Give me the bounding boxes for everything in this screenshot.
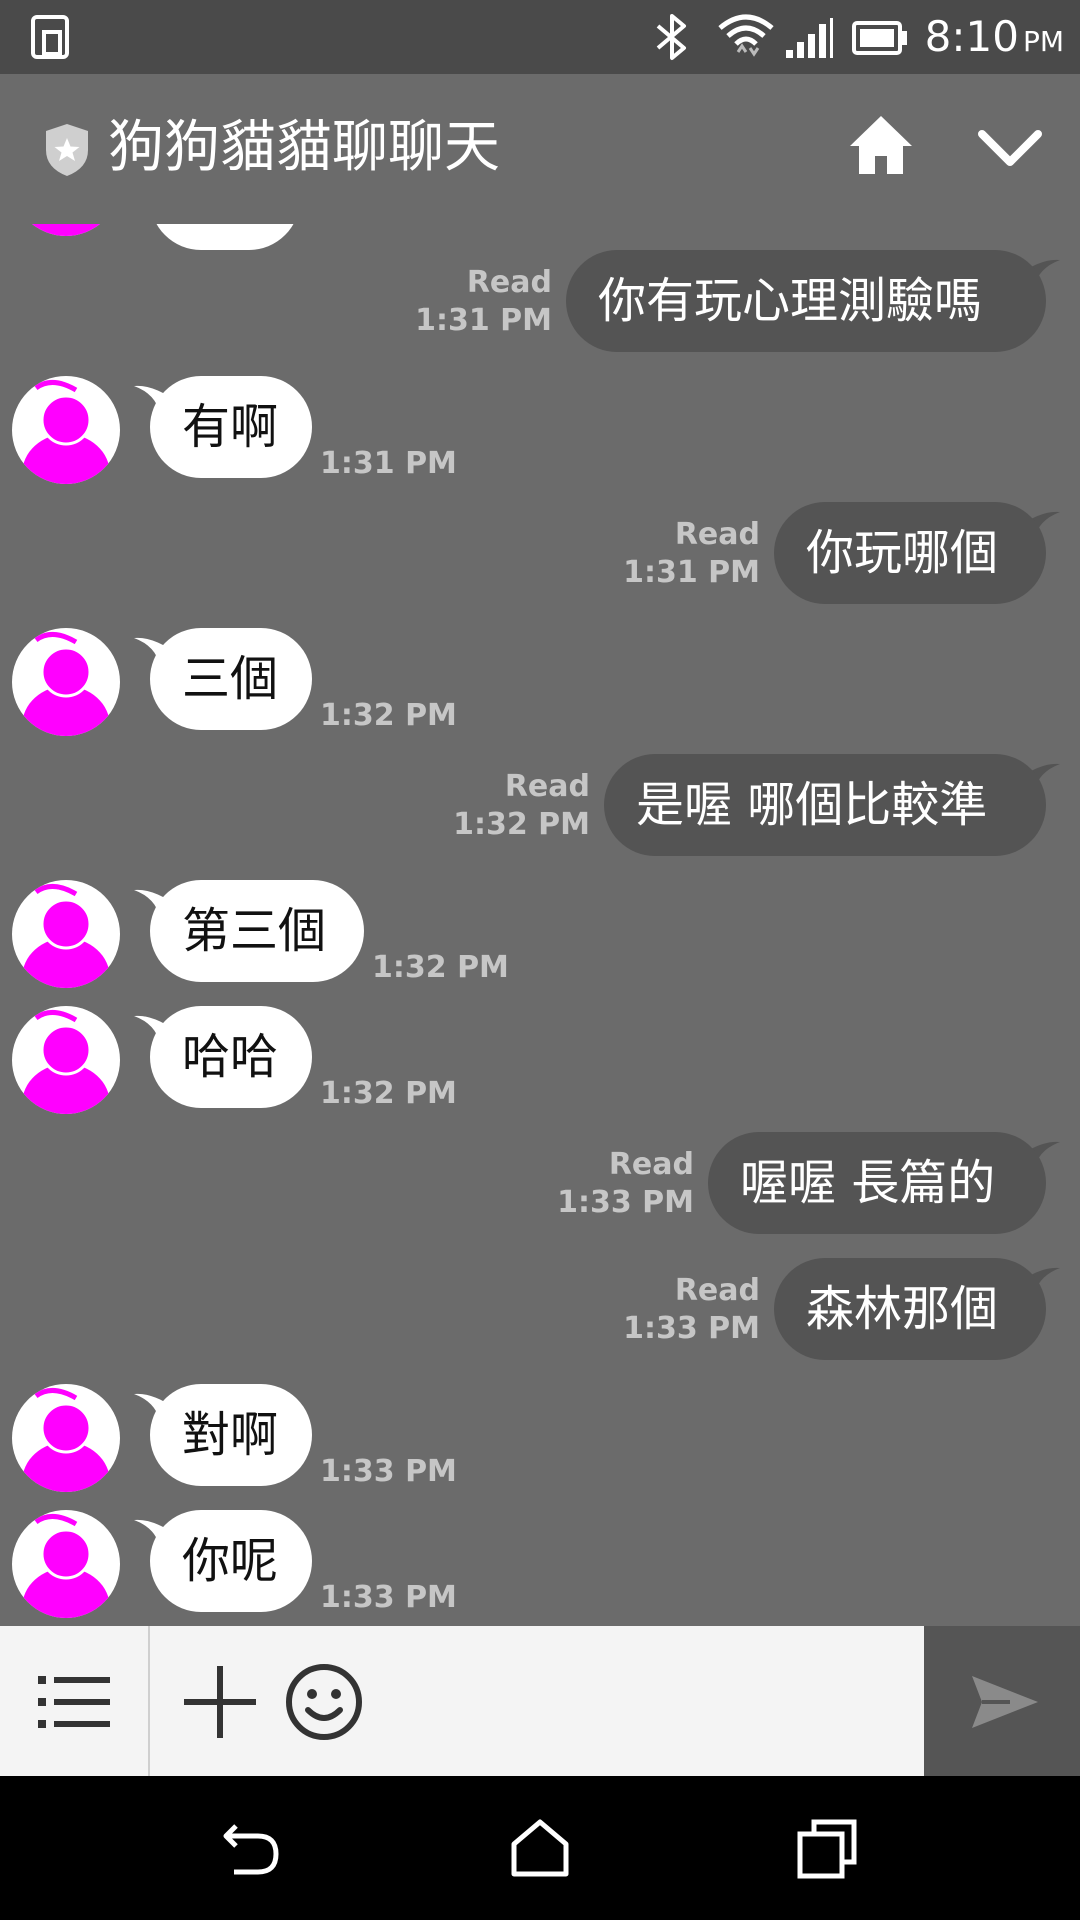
message-timestamp: 1:31 PM xyxy=(415,303,552,338)
message-list[interactable]: 你有玩心理測驗嗎 Read 1:31 PM 有啊 1:31 PM 你玩哪個 Read 1:31… xyxy=(0,224,1080,1626)
message-timestamp: 1:31 PM xyxy=(623,555,760,590)
incoming-message-bubble[interactable]: 三個 xyxy=(150,628,312,730)
home-icon xyxy=(508,1819,572,1884)
message-row: 是喔 哪個比較準 Read 1:32 PM xyxy=(0,754,1080,880)
home-icon xyxy=(846,116,916,184)
message-row: 三個 1:32 PM xyxy=(0,628,1080,754)
read-label: Read xyxy=(504,769,590,804)
contact-avatar[interactable] xyxy=(12,1384,120,1492)
message-timestamp: 1:32 PM xyxy=(372,950,509,985)
avatar-icon xyxy=(22,1514,110,1618)
contact-avatar[interactable] xyxy=(12,1510,120,1618)
add-attachment-button[interactable] xyxy=(182,1664,258,1740)
message-timestamp: 1:32 PM xyxy=(320,698,457,733)
message-timestamp: 1:32 PM xyxy=(320,1076,457,1111)
chat-header: 狗狗貓貓聊聊天 xyxy=(0,74,1080,224)
read-receipt: Read 1:33 PM xyxy=(623,1272,760,1348)
read-label: Read xyxy=(674,1273,760,1308)
menu-list-icon xyxy=(38,1672,110,1736)
read-label: Read xyxy=(466,265,552,300)
chat-screen: 8:10 PM 狗狗貓貓聊聊天 你有玩心理測驗嗎 Read 1:31 PM 有啊 1:31… xyxy=(0,0,1080,1920)
send-button[interactable] xyxy=(924,1626,1080,1776)
status-time: 8:10 PM xyxy=(925,12,1064,67)
cell-signal-icon xyxy=(784,18,834,64)
message-row: 哈哈 1:32 PM xyxy=(0,1006,1080,1132)
avatar-icon xyxy=(22,1388,110,1492)
recents-button[interactable] xyxy=(796,1816,860,1880)
message-timestamp: 1:33 PM xyxy=(320,1454,457,1489)
avatar-icon xyxy=(22,380,110,484)
read-receipt: Read 1:32 PM xyxy=(453,768,590,844)
read-receipt: Read 1:31 PM xyxy=(415,264,552,340)
plus-icon xyxy=(182,1666,258,1744)
contact-avatar[interactable] xyxy=(12,1006,120,1114)
menu-button[interactable] xyxy=(0,1626,150,1776)
avatar-icon xyxy=(22,1010,110,1114)
incoming-message-bubble[interactable]: 對啊 xyxy=(150,1384,312,1486)
message-row: 對啊 1:33 PM xyxy=(0,1384,1080,1510)
clock-text: 8:10 xyxy=(924,12,1019,61)
incoming-message-bubble[interactable]: 有啊 xyxy=(150,376,312,478)
contact-avatar[interactable] xyxy=(12,628,120,736)
message-row: 你玩哪個 Read 1:31 PM xyxy=(0,502,1080,628)
nav-home-button[interactable] xyxy=(508,1816,572,1880)
message-row: 有啊 1:31 PM xyxy=(0,376,1080,502)
avatar-icon xyxy=(22,632,110,736)
back-button[interactable] xyxy=(220,1816,284,1880)
navigation-bar xyxy=(0,1776,1080,1920)
outgoing-message-bubble[interactable]: 你玩哪個 xyxy=(774,502,1046,604)
recents-icon xyxy=(796,1819,860,1884)
back-icon xyxy=(220,1824,284,1884)
message-row: 森林那個 Read 1:33 PM xyxy=(0,1258,1080,1384)
message-timestamp: 1:33 PM xyxy=(320,1580,457,1615)
phone-mode-icon xyxy=(30,14,74,64)
input-bar xyxy=(0,1626,1080,1776)
message-input[interactable] xyxy=(380,1656,904,1748)
incoming-message-bubble[interactable]: 哈哈 xyxy=(150,1006,312,1108)
read-receipt: Read 1:31 PM xyxy=(623,516,760,592)
outgoing-message-bubble[interactable]: 喔喔 長篇的 xyxy=(708,1132,1046,1234)
message-timestamp: 1:32 PM xyxy=(453,807,590,842)
bluetooth-icon xyxy=(652,12,692,66)
outgoing-message-bubble[interactable]: 你有玩心理測驗嗎 xyxy=(566,250,1046,352)
read-label: Read xyxy=(674,517,760,552)
outgoing-message-bubble[interactable]: 森林那個 xyxy=(774,1258,1046,1360)
message-bubble xyxy=(150,224,300,250)
chat-title: 狗狗貓貓聊聊天 xyxy=(108,115,500,180)
avatar xyxy=(12,224,120,236)
incoming-message-bubble[interactable]: 第三個 xyxy=(150,880,364,982)
message-row: 喔喔 長篇的 Read 1:33 PM xyxy=(0,1132,1080,1258)
emoji-button[interactable] xyxy=(284,1662,364,1742)
message-timestamp: 1:31 PM xyxy=(320,446,457,481)
status-bar: 8:10 PM xyxy=(0,0,1080,74)
message-timestamp: 1:33 PM xyxy=(623,1311,760,1346)
incoming-message-bubble[interactable]: 你呢 xyxy=(150,1510,312,1612)
read-receipt: Read 1:33 PM xyxy=(557,1146,694,1222)
message-timestamp: 1:33 PM xyxy=(557,1185,694,1220)
read-label: Read xyxy=(608,1147,694,1182)
contact-avatar[interactable] xyxy=(12,376,120,484)
battery-icon xyxy=(852,20,908,60)
contact-avatar[interactable] xyxy=(12,880,120,988)
clock-ampm: PM xyxy=(1022,25,1064,58)
outgoing-message-bubble[interactable]: 是喔 哪個比較準 xyxy=(604,754,1046,856)
message-row: 你有玩心理測驗嗎 Read 1:31 PM xyxy=(0,250,1080,376)
collapse-button[interactable] xyxy=(970,118,1050,178)
home-button[interactable] xyxy=(846,110,916,180)
message-row: 你呢 1:33 PM xyxy=(0,1510,1080,1626)
send-icon xyxy=(970,1672,1040,1736)
message-row: 第三個 1:32 PM xyxy=(0,880,1080,1006)
avatar-icon xyxy=(22,884,110,988)
shield-star-icon xyxy=(44,122,90,182)
wifi-icon xyxy=(716,12,776,66)
chevron-down-icon xyxy=(970,130,1050,182)
emoji-icon xyxy=(284,1664,364,1746)
